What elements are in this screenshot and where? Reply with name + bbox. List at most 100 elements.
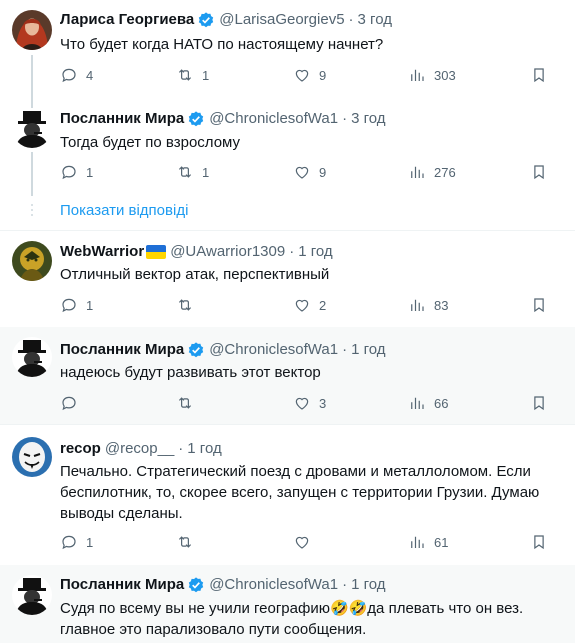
tweet-text: надеюсь будут развивать этот вектор bbox=[60, 364, 321, 381]
warrior-avatar[interactable] bbox=[12, 241, 52, 281]
reply-icon bbox=[60, 296, 78, 314]
like-count: 9 bbox=[319, 164, 327, 180]
author-name[interactable]: Посланник Мира bbox=[60, 340, 184, 360]
reply-icon bbox=[60, 66, 78, 84]
view-count: 61 bbox=[434, 534, 449, 550]
author-name[interactable]: recop bbox=[60, 439, 101, 459]
like-button[interactable]: 9 bbox=[293, 66, 326, 84]
retweet-icon bbox=[176, 533, 194, 551]
tweet-5[interactable]: recop @recop__ · 1 год Печально. Стратег… bbox=[0, 425, 575, 565]
timestamp[interactable]: 1 год bbox=[351, 340, 385, 360]
mask-avatar[interactable] bbox=[12, 437, 52, 477]
timestamp[interactable]: 1 год bbox=[351, 575, 385, 595]
views-button[interactable]: 276 bbox=[408, 163, 456, 181]
view-count: 276 bbox=[434, 164, 456, 180]
bookmark-icon bbox=[530, 66, 548, 84]
reply-button[interactable]: 1 bbox=[60, 296, 93, 314]
author-handle[interactable]: @ChroniclesofWa1 bbox=[209, 575, 338, 595]
show-replies-link[interactable]: Показати відповіді bbox=[60, 202, 188, 219]
like-button[interactable]: 2 bbox=[293, 296, 326, 314]
reply-button[interactable]: 1 bbox=[60, 533, 93, 551]
thread-line bbox=[31, 100, 33, 108]
action-bar: 3 66 bbox=[60, 394, 575, 416]
heart-icon bbox=[293, 296, 311, 314]
like-button[interactable]: 9 bbox=[293, 163, 326, 181]
retweet-icon bbox=[176, 296, 194, 314]
timestamp[interactable]: 3 год bbox=[358, 10, 392, 30]
bookmark-icon bbox=[530, 394, 548, 412]
views-button[interactable]: 66 bbox=[408, 394, 448, 412]
tweet-header: Лариса Георгиева @LarisaGeorgiev5 · 3 го… bbox=[60, 10, 392, 30]
heart-icon bbox=[293, 533, 311, 551]
action-bar: 1 61 bbox=[60, 533, 575, 555]
bookmark-button[interactable] bbox=[530, 394, 548, 412]
reply-button[interactable] bbox=[60, 394, 86, 412]
retweet-button[interactable] bbox=[176, 296, 202, 314]
bookmark-button[interactable] bbox=[530, 533, 548, 551]
ukraine-flag-icon bbox=[146, 245, 167, 259]
views-chart-icon bbox=[408, 163, 426, 181]
like-button[interactable]: 3 bbox=[293, 394, 326, 412]
view-count: 303 bbox=[434, 67, 456, 83]
action-bar: 1 1 9 276 bbox=[60, 163, 575, 185]
verified-badge-icon bbox=[197, 11, 215, 29]
author-name[interactable]: Посланник Мира bbox=[60, 575, 184, 595]
tweet-header: Посланник Мира @ChroniclesofWa1 · 1 год bbox=[60, 575, 386, 595]
tweet-text: Отличный вектор атак, перспективный bbox=[60, 266, 330, 283]
retweet-button[interactable]: 1 bbox=[176, 66, 209, 84]
tweet-6[interactable]: Посланник Мира @ChroniclesofWa1 · 1 год … bbox=[0, 565, 575, 643]
author-handle[interactable]: @ChroniclesofWa1 bbox=[209, 109, 338, 129]
tweet-text: Что будет когда НАТО по настоящему начне… bbox=[60, 36, 384, 53]
heart-icon bbox=[293, 394, 311, 412]
timestamp[interactable]: 1 год bbox=[187, 439, 221, 459]
author-handle[interactable]: @recop__ bbox=[105, 439, 174, 459]
reply-button[interactable]: 1 bbox=[60, 163, 93, 181]
tweet-1[interactable]: Лариса Георгиева @LarisaGeorgiev5 · 3 го… bbox=[0, 0, 575, 100]
heart-icon bbox=[293, 66, 311, 84]
bookmark-button[interactable] bbox=[530, 66, 548, 84]
author-name[interactable]: Посланник Мира bbox=[60, 109, 184, 129]
views-chart-icon bbox=[408, 296, 426, 314]
tweet-4[interactable]: Посланник Мира @ChroniclesofWa1 · 1 год … bbox=[0, 327, 575, 424]
tweet-3[interactable]: WebWarrior @UAwarrior1309 · 1 год Отличн… bbox=[0, 231, 575, 327]
like-count: 3 bbox=[319, 395, 327, 411]
retweet-button[interactable]: 1 bbox=[176, 163, 209, 181]
reply-count: 1 bbox=[86, 297, 94, 313]
tweet-2[interactable]: Посланник Мира @ChroniclesofWa1 · 3 год … bbox=[0, 100, 575, 196]
view-count: 66 bbox=[434, 395, 449, 411]
bookmark-button[interactable] bbox=[530, 296, 548, 314]
thread-continuation-dots bbox=[27, 204, 37, 224]
author-handle[interactable]: @LarisaGeorgiev5 bbox=[219, 10, 344, 30]
reply-icon bbox=[60, 533, 78, 551]
reply-button[interactable]: 4 bbox=[60, 66, 93, 84]
thread-line bbox=[31, 152, 33, 196]
retweet-button[interactable] bbox=[176, 533, 202, 551]
timestamp[interactable]: 3 год bbox=[351, 109, 385, 129]
reply-count: 1 bbox=[86, 534, 94, 550]
author-name[interactable]: WebWarrior bbox=[60, 242, 144, 262]
author-handle[interactable]: @ChroniclesofWa1 bbox=[209, 340, 338, 360]
views-button[interactable]: 83 bbox=[408, 296, 448, 314]
like-button[interactable] bbox=[293, 533, 319, 551]
woman-red-hair-avatar[interactable] bbox=[12, 10, 52, 50]
retweet-button[interactable] bbox=[176, 394, 202, 412]
churchill-avatar[interactable] bbox=[12, 575, 52, 615]
churchill-avatar[interactable] bbox=[12, 108, 52, 148]
author-handle[interactable]: @UAwarrior1309 bbox=[170, 242, 285, 262]
tweet-text: Судя по всему вы не учили географию🤣🤣да … bbox=[60, 598, 565, 640]
churchill-avatar[interactable] bbox=[12, 337, 52, 377]
author-name[interactable]: Лариса Георгиева bbox=[60, 10, 194, 30]
tweet-header: Посланник Мира @ChroniclesofWa1 · 3 год bbox=[60, 109, 386, 129]
views-button[interactable]: 303 bbox=[408, 66, 456, 84]
tweet-text-line: Судя по всему вы не учили географию🤣🤣да … bbox=[60, 600, 524, 617]
bookmark-button[interactable] bbox=[530, 163, 548, 181]
views-chart-icon bbox=[408, 66, 426, 84]
heart-icon bbox=[293, 163, 311, 181]
views-button[interactable]: 61 bbox=[408, 533, 448, 551]
view-count: 83 bbox=[434, 297, 449, 313]
timestamp[interactable]: 1 год bbox=[298, 242, 332, 262]
views-chart-icon bbox=[408, 533, 426, 551]
thread-line bbox=[31, 55, 33, 100]
retweet-icon bbox=[176, 163, 194, 181]
like-count: 2 bbox=[319, 297, 327, 313]
